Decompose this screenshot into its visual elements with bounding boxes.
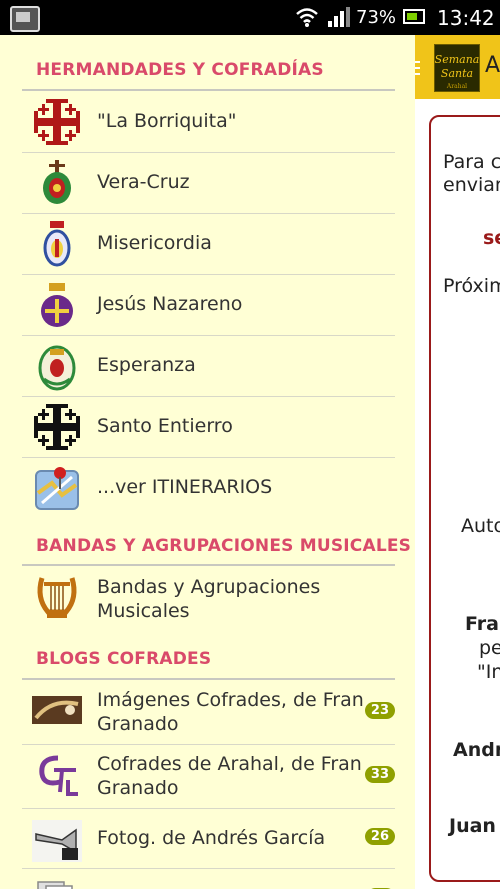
drawer-item-label: ...últimas 24 hrs <box>97 868 365 889</box>
content-line: Próxim <box>443 275 500 297</box>
content-line: enviar <box>443 174 500 196</box>
drawer-item-jesus-nazareno[interactable]: Jesús Nazareno <box>22 274 395 334</box>
battery-icon <box>403 9 425 24</box>
app-title: A <box>485 53 500 78</box>
jerusalem-cross-black-icon <box>34 404 80 450</box>
drawer-item-label: Imágenes Cofrades, de Fran Granado <box>97 689 364 735</box>
battery-percent: 73% <box>356 7 397 28</box>
lyre-icon <box>37 577 77 618</box>
drawer-item-vera-cruz[interactable]: Vera-Cruz <box>22 152 395 212</box>
drawer-item-label: Esperanza <box>97 354 196 376</box>
drawer-item-label: Vera-Cruz <box>97 171 190 193</box>
content-line: se <box>483 227 500 249</box>
unread-count-badge: 26 <box>364 828 395 845</box>
drawer-item-label: Cofrades de Arahal, de Fran Granado <box>97 753 362 799</box>
documents-icon <box>37 881 73 889</box>
content-line: "In <box>477 661 500 683</box>
content-line: Para c <box>443 151 500 173</box>
drawer-item-la-borriquita[interactable]: "La Borriquita" <box>22 91 395 151</box>
unread-count-badge: 23 <box>364 702 395 719</box>
signal-icon <box>328 7 350 27</box>
svg-text:Semana: Semana <box>435 53 479 66</box>
drawer-indicator-icon[interactable] <box>415 61 420 75</box>
drawer-item-label: ...ver ITINERARIOS <box>97 476 273 498</box>
status-bar: 73% 13:42 <box>0 0 500 35</box>
drawer-item-misericordia[interactable]: Misericordia <box>22 213 395 273</box>
drawer-item-label: "La Borriquita" <box>97 110 237 132</box>
svg-text:Arahal: Arahal <box>446 83 467 90</box>
drawer-item-cofrades-arahal[interactable]: Cofrades de Arahal, de Fran Granado 33 <box>22 744 395 808</box>
content-line: Auto <box>461 515 500 537</box>
content-line: Fran <box>465 613 500 635</box>
wifi-icon <box>296 8 318 27</box>
drawer-item-ultimas-24[interactable]: ...últimas 24 hrs 3 <box>22 868 395 889</box>
drawer-item-label: Fotog. de Andrés García <box>97 827 326 849</box>
main-content: Semana Santa Arahal A Para c enviar se P… <box>415 35 500 889</box>
drawer-item-label: Bandas y Agrupaciones Musicales <box>97 576 321 622</box>
vera-cruz-emblem-icon <box>43 160 71 204</box>
unread-count-badge: 33 <box>364 766 395 783</box>
cofrades-logo-icon <box>39 755 78 796</box>
drawer-item-label: Misericordia <box>97 232 212 254</box>
drawer-item-label: Jesús Nazareno <box>97 293 243 315</box>
section-header-bandas: BANDAS Y AGRUPACIONES MUSICALES <box>36 536 412 556</box>
svg-text:Santa: Santa <box>441 67 473 80</box>
content-line: Andr <box>453 739 500 761</box>
content-card: Para c enviar se Próxim Auto Fran pe "In… <box>429 115 500 882</box>
drawer-item-bandas[interactable]: Bandas y Agrupaciones Musicales <box>22 566 395 632</box>
map-pin-icon <box>35 467 79 510</box>
clock: 13:42 <box>437 6 495 30</box>
blog-photo-icon <box>32 696 82 724</box>
nazareno-emblem-icon <box>41 283 73 327</box>
notification-app-icon <box>10 6 40 32</box>
drawer-item-imagenes-cofrades[interactable]: Imágenes Cofrades, de Fran Granado 23 <box>22 680 395 744</box>
misericordia-emblem-icon <box>43 221 71 267</box>
content-line: pe <box>479 637 500 659</box>
jerusalem-cross-red-icon <box>34 99 80 145</box>
drawer-item-label: Santo Entierro <box>97 415 233 437</box>
trumpet-photo-icon <box>32 820 82 862</box>
content-line: Juan <box>449 815 496 837</box>
drawer-item-fotog-andres[interactable]: Fotog. de Andrés García 26 <box>22 808 395 868</box>
action-bar: Semana Santa Arahal A <box>415 35 500 99</box>
app-logo-icon[interactable]: Semana Santa Arahal <box>434 44 480 92</box>
drawer-item-esperanza[interactable]: Esperanza <box>22 335 395 395</box>
navigation-drawer: HERMANDADES Y COFRADÍAS "La Borriquita" … <box>0 35 415 889</box>
section-header-blogs: BLOGS COFRADES <box>36 649 212 669</box>
drawer-item-santo-entierro[interactable]: Santo Entierro <box>22 396 395 456</box>
drawer-item-itinerarios[interactable]: ...ver ITINERARIOS <box>22 457 395 517</box>
section-header-hermandades: HERMANDADES Y COFRADÍAS <box>36 60 324 80</box>
esperanza-emblem-icon <box>38 345 76 391</box>
